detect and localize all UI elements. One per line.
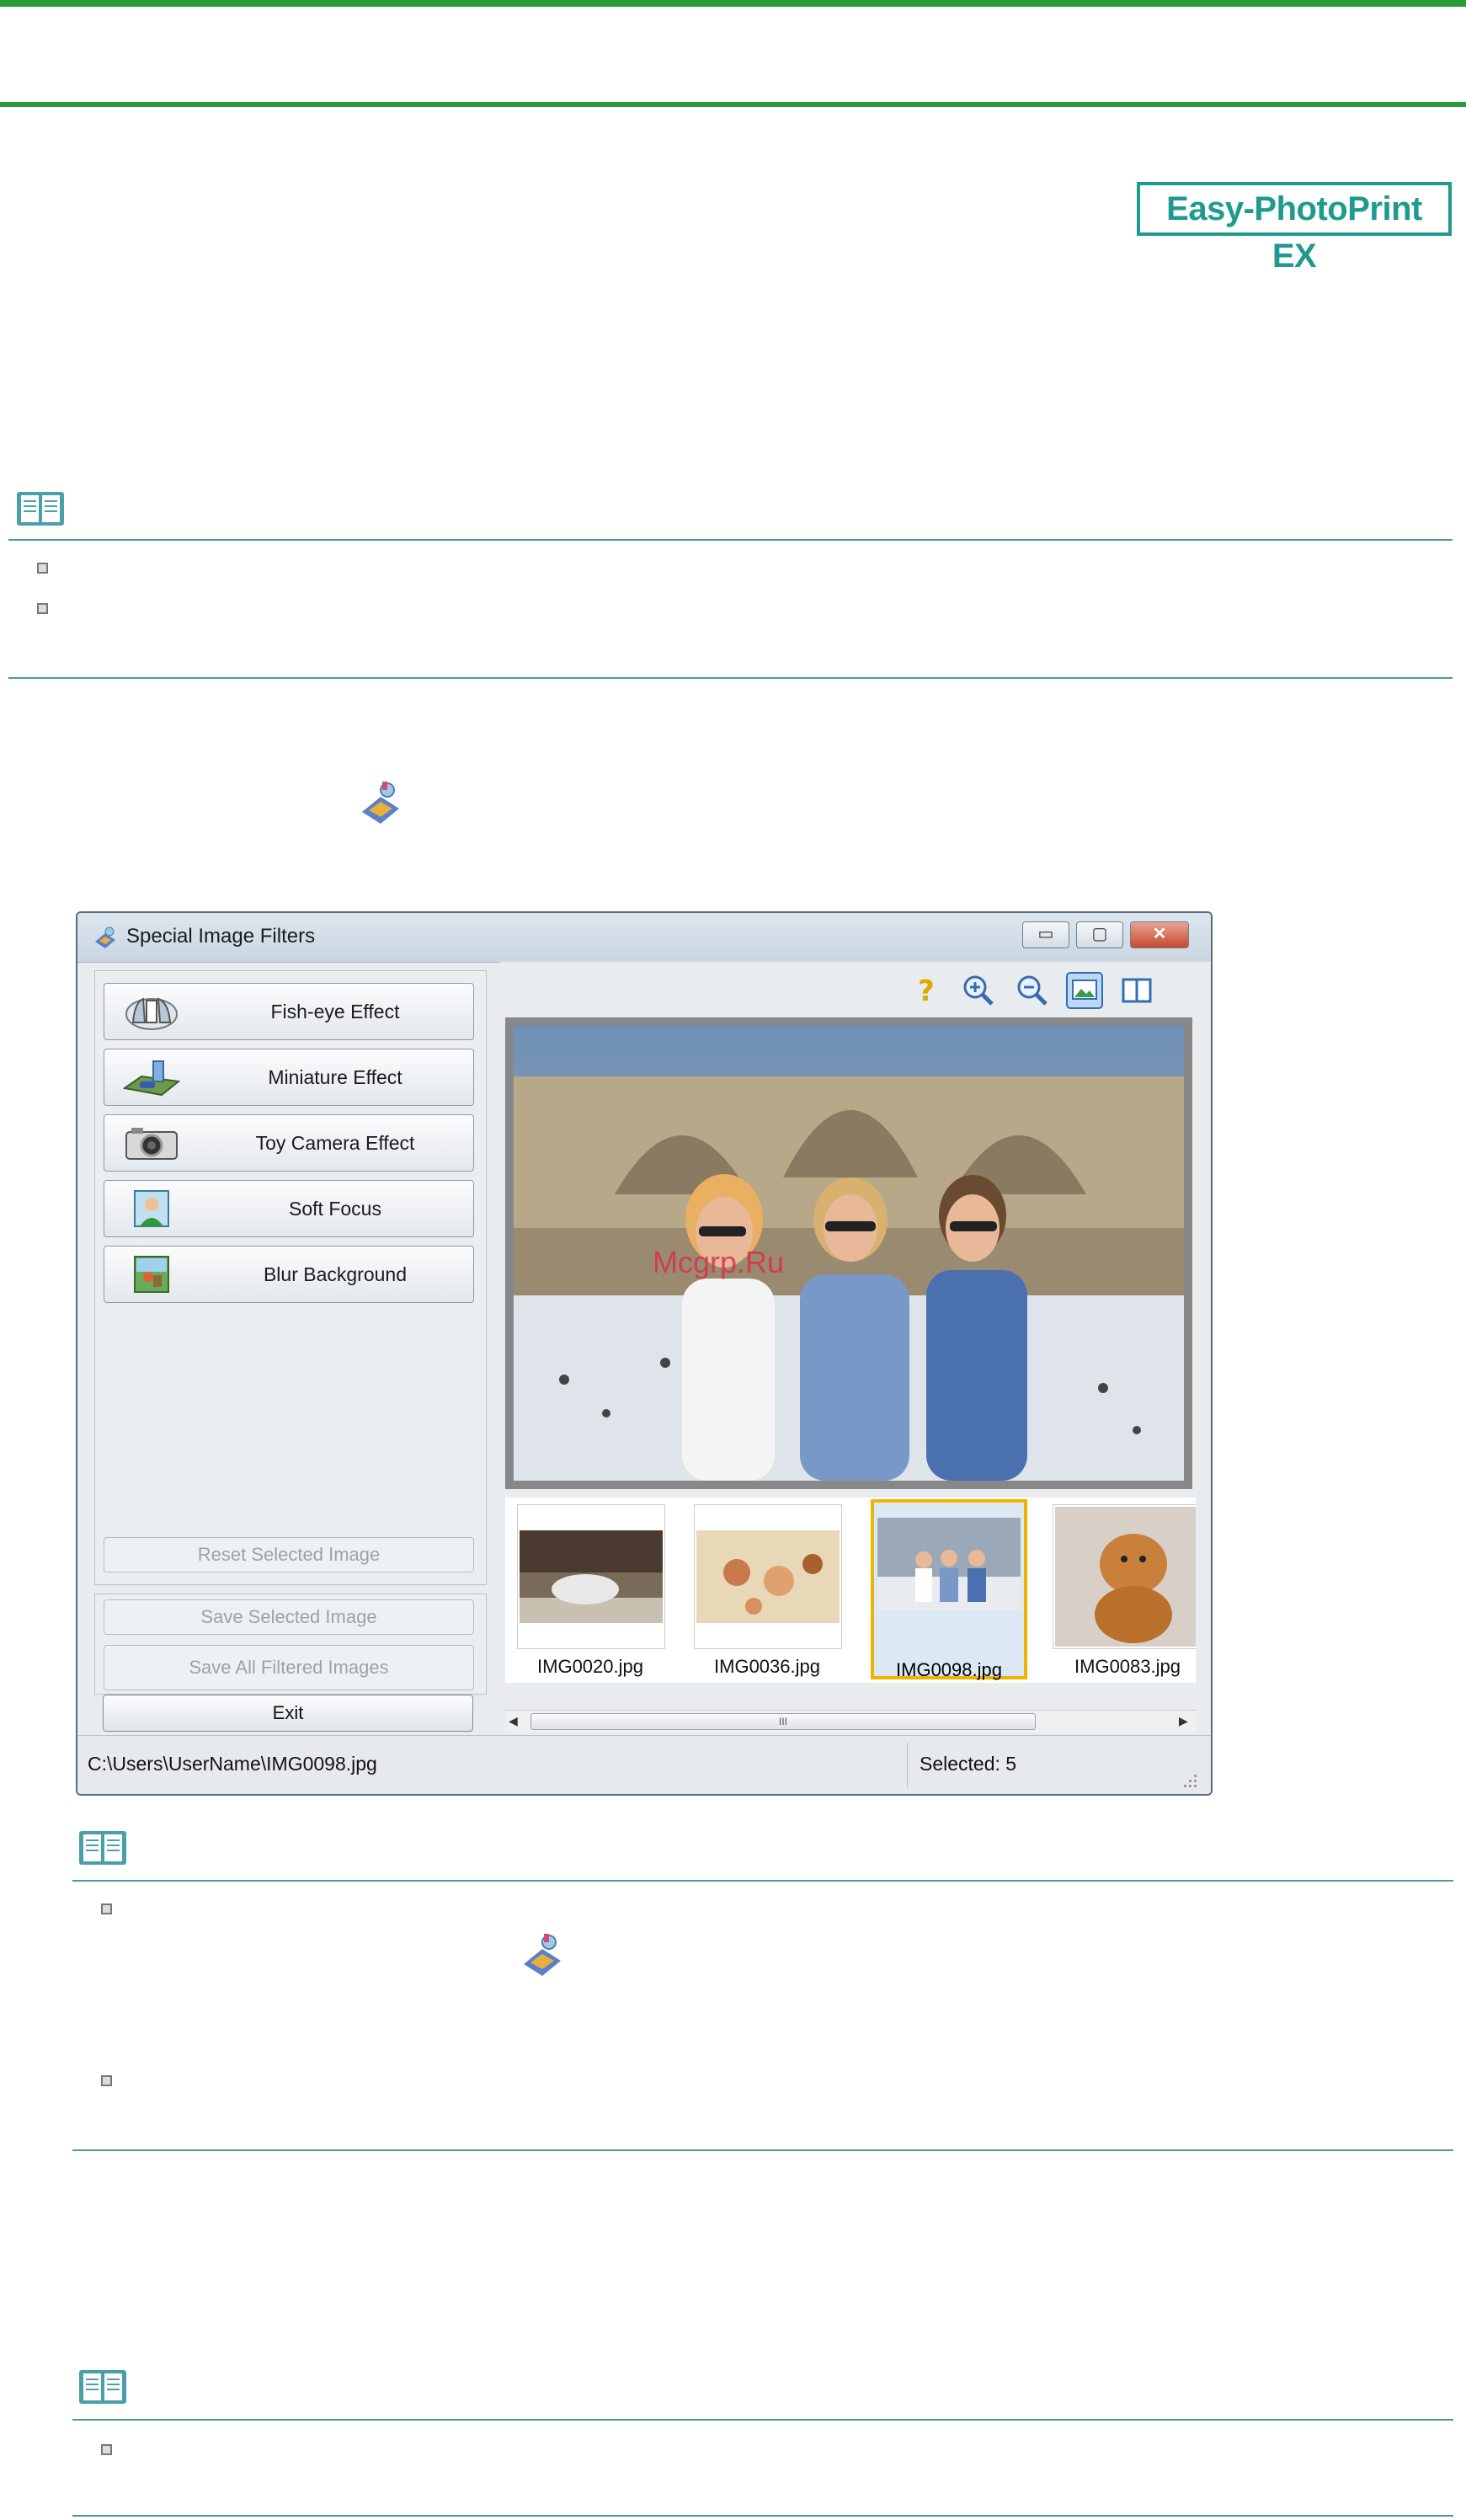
thumbnail[interactable] [694, 1504, 842, 1649]
thumbnail[interactable] [517, 1504, 665, 1649]
header-rule [0, 102, 1466, 107]
status-divider [907, 1743, 908, 1788]
note-rule [8, 539, 1453, 541]
reset-selected-image-button[interactable]: Reset Selected Image [104, 1537, 474, 1572]
thumbnail-strip: IMG0020.jpg IMG0036.jpg IMG0098.jpg IMG0… [505, 1498, 1196, 1683]
filter-panel: Fish-eye Effect Miniature Effect Toy Cam… [94, 970, 487, 1585]
whole-image-view-icon[interactable] [1066, 972, 1103, 1009]
top-rule [0, 0, 1466, 7]
window-title: Special Image Filters [126, 925, 316, 948]
miniature-icon [123, 1060, 180, 1097]
blur-background-button[interactable]: Blur Background [104, 1246, 474, 1303]
filter-label: Fish-eye Effect [270, 1001, 400, 1022]
thumbnail-name: IMG0098.jpg [896, 1659, 1002, 1680]
filter-label: Toy Camera Effect [255, 1132, 415, 1154]
note-book-icon [79, 1831, 126, 1865]
resize-grip-icon[interactable] [1181, 1771, 1199, 1790]
save-all-filtered-images-button[interactable]: Save All Filtered Images [104, 1645, 474, 1690]
save-panel: Save Selected Image Save All Filtered Im… [94, 1594, 487, 1695]
thumbnail-image [520, 1530, 663, 1623]
zoom-in-icon[interactable] [960, 972, 997, 1009]
thumbnail-name: IMG0020.jpg [537, 1656, 643, 1677]
scroll-right-icon[interactable]: ▶ [1179, 1714, 1188, 1728]
filter-label: Soft Focus [289, 1198, 381, 1220]
thumbnail-name: IMG0036.jpg [714, 1656, 820, 1677]
thumbnail-image [1055, 1507, 1196, 1647]
bullet-icon [37, 563, 48, 574]
thumbnail-name: IMG0083.jpg [1074, 1656, 1181, 1677]
note-rule [72, 1880, 1453, 1882]
watermark: Mcgrp.Ru [653, 1245, 785, 1279]
brand-label: Easy-PhotoPrint EX [1137, 182, 1452, 275]
svg-text:?: ? [918, 974, 935, 1008]
section-rule [72, 2515, 1453, 2517]
thumbnail-scrollbar[interactable]: ◀ III ▶ [505, 1710, 1196, 1732]
filter-label: Blur Background [263, 1263, 408, 1285]
minimize-button[interactable]: ▭ [1022, 921, 1069, 948]
blur-background-icon [134, 1256, 169, 1293]
app-icon [95, 926, 115, 948]
fisheye-icon [125, 997, 178, 1030]
help-icon[interactable]: ? [908, 972, 945, 1009]
fish-eye-effect-button[interactable]: Fish-eye Effect [104, 983, 474, 1040]
section-rule [72, 2149, 1453, 2151]
status-bar: C:\Users\UserName\IMG0098.jpg Selected: … [77, 1735, 1211, 1794]
bullet-icon [101, 1903, 112, 1914]
maximize-button[interactable]: ▢ [1076, 921, 1123, 948]
image-preview [505, 1017, 1192, 1489]
soft-focus-icon [134, 1190, 169, 1227]
zoom-out-icon[interactable] [1014, 972, 1051, 1009]
exit-button[interactable]: Exit [103, 1695, 473, 1732]
thumbnail-selected[interactable]: IMG0098.jpg [871, 1499, 1027, 1680]
save-selected-image-button[interactable]: Save Selected Image [104, 1599, 474, 1635]
note-rule [72, 2419, 1453, 2421]
thumbnail[interactable] [1053, 1504, 1196, 1649]
preview-area: ? IMG0020.jpg IMG0036.jpg IMG0098.jpg IM… [500, 962, 1211, 1683]
bullet-icon [101, 2444, 112, 2455]
title-bar: Special Image Filters ▭ ▢ ✕ [77, 913, 1211, 963]
status-path: C:\Users\UserName\IMG0098.jpg [88, 1753, 377, 1775]
close-button[interactable]: ✕ [1130, 921, 1189, 948]
scroll-left-icon[interactable]: ◀ [509, 1714, 518, 1728]
special-image-filters-window: Special Image Filters ▭ ▢ ✕ Fish-eye Eff… [76, 911, 1213, 1796]
toy-camera-effect-button[interactable]: Toy Camera Effect [104, 1114, 474, 1172]
section-rule [8, 677, 1453, 679]
soft-focus-button[interactable]: Soft Focus [104, 1180, 474, 1237]
special-image-filters-icon[interactable] [519, 1930, 566, 1978]
bullet-icon [37, 603, 48, 614]
special-image-filters-icon[interactable] [357, 778, 404, 825]
scroll-thumb[interactable]: III [530, 1713, 1036, 1730]
thumbnail-image [696, 1530, 840, 1623]
thumbnail-image [877, 1518, 1021, 1610]
bullet-icon [101, 2075, 112, 2086]
preview-photo [514, 1026, 1184, 1481]
note-book-icon [79, 2370, 126, 2404]
camera-icon [125, 1128, 178, 1160]
note-book-icon [17, 492, 64, 526]
compare-view-icon[interactable] [1118, 972, 1155, 1009]
filter-label: Miniature Effect [268, 1066, 402, 1088]
miniature-effect-button[interactable]: Miniature Effect [104, 1049, 474, 1106]
status-selected-count: Selected: 5 [920, 1753, 1017, 1775]
